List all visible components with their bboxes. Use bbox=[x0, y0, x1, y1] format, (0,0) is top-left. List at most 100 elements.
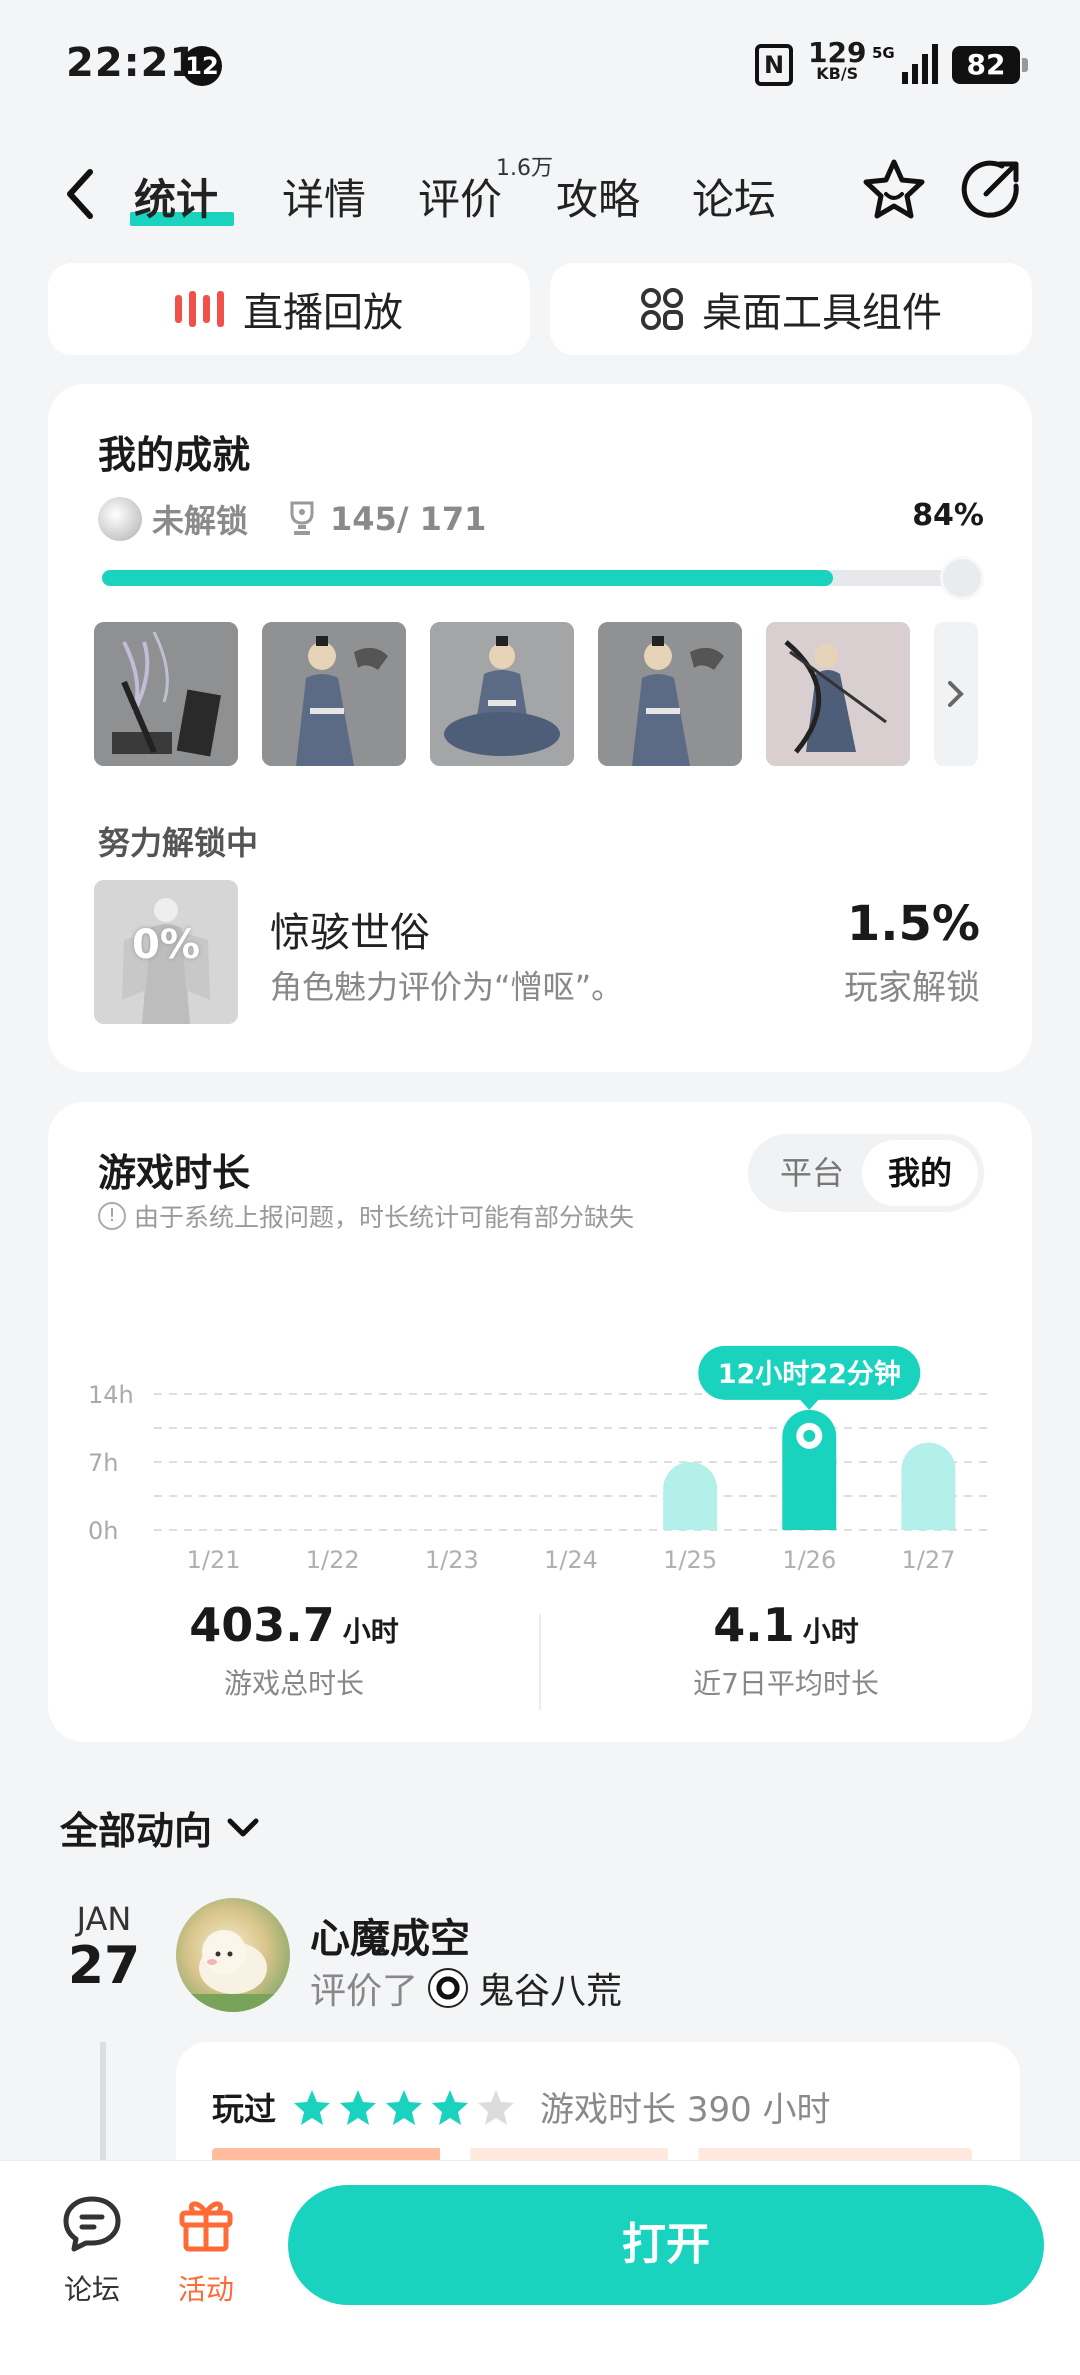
achievement-progress-bar bbox=[102, 556, 984, 600]
open-game-button[interactable]: 打开 bbox=[288, 2185, 1044, 2305]
progress-end-knob bbox=[940, 556, 984, 600]
total-playtime-label: 游戏总时长 bbox=[223, 1667, 364, 1700]
segment-mine[interactable]: 我的 bbox=[862, 1140, 978, 1206]
achievement-meta: 未解锁 145/ 171 bbox=[98, 496, 486, 542]
locked-achievement-image: 0% bbox=[94, 880, 238, 1024]
feed-username[interactable]: 心魔成空 bbox=[310, 1906, 470, 1964]
chevron-right-icon bbox=[948, 681, 964, 707]
player-unlock-rate: 1.5% bbox=[846, 896, 980, 952]
net-speed: 129 KB/S bbox=[808, 39, 866, 83]
x-tick-label: 1/21 bbox=[187, 1546, 241, 1574]
live-replay-button[interactable]: 直播回放 bbox=[48, 263, 530, 355]
info-icon: ! bbox=[98, 1202, 126, 1230]
forum-button[interactable]: 论坛 bbox=[52, 2191, 132, 2308]
desktop-widgets-button[interactable]: 桌面工具组件 bbox=[550, 263, 1032, 355]
tab-details[interactable]: 详情 bbox=[282, 166, 366, 227]
x-tick-label: 1/25 bbox=[663, 1546, 717, 1574]
feed-month: JAN bbox=[76, 1900, 132, 1938]
feed-filter-dropdown[interactable]: 全部动向 bbox=[60, 1800, 260, 1855]
player-unlock-label: 玩家解锁 bbox=[844, 968, 980, 1008]
playtime-card: 游戏时长 ! 由于系统上报问题，时长统计可能有部分缺失 平台 我的 0h 7h 14… bbox=[48, 1102, 1032, 1742]
star-filled-icon bbox=[294, 2089, 331, 2125]
status-bar: 22:21 12 N 129 KB/S 5G 82 bbox=[0, 0, 1080, 130]
nfc-icon: N bbox=[755, 44, 793, 86]
achievement-thumb[interactable] bbox=[94, 622, 238, 766]
segment-platform[interactable]: 平台 bbox=[754, 1140, 870, 1206]
playtime-note: ! 由于系统上报问题，时长统计可能有部分缺失 bbox=[98, 1198, 634, 1234]
achievement-thumb[interactable] bbox=[430, 622, 574, 766]
game-icon bbox=[428, 1968, 469, 2008]
tab-reviews[interactable]: 评价 bbox=[418, 166, 502, 227]
forum-label: 论坛 bbox=[63, 2273, 120, 2306]
notification-count-badge: 12 bbox=[182, 46, 222, 86]
scholar-art-2 bbox=[598, 622, 742, 766]
locked-gem-icon bbox=[98, 497, 142, 541]
x-tick-label: 1/24 bbox=[544, 1546, 598, 1574]
review-header: 玩过 游戏时长 390 小时 bbox=[212, 2082, 831, 2131]
achievement-desc: 角色魅力评价为“憎呕”。 bbox=[270, 968, 624, 1006]
achievement-name: 惊骇世俗 bbox=[270, 910, 430, 956]
scholar-art bbox=[262, 622, 406, 766]
archer-art bbox=[766, 622, 910, 766]
star-icon[interactable] bbox=[860, 156, 928, 224]
achievement-progress-text: 145/ 171 bbox=[330, 500, 487, 538]
net-speed-unit: KB/S bbox=[816, 64, 859, 83]
feed-action-text: 评价了 bbox=[310, 1971, 419, 2012]
feed-action: 评价了 鬼谷八荒 bbox=[310, 1962, 622, 2014]
feed-day: 27 bbox=[67, 1936, 141, 1996]
star-filled-icon bbox=[432, 2089, 469, 2125]
more-achievements-button[interactable] bbox=[934, 622, 978, 766]
star-filled-icon bbox=[386, 2089, 423, 2125]
meditation-art bbox=[430, 622, 574, 766]
avatar-art bbox=[176, 1930, 290, 2012]
total-playtime-value: 403.7 bbox=[189, 1598, 335, 1652]
tab-stats[interactable]: 统计 bbox=[134, 166, 218, 227]
avg-playtime-unit: 小时 bbox=[802, 1615, 859, 1648]
achievement-progress-fill bbox=[102, 570, 833, 586]
bar bbox=[901, 1442, 956, 1530]
feed-game-name[interactable]: 鬼谷八荒 bbox=[478, 1962, 622, 2014]
unlock-progress-badge: 0% bbox=[132, 922, 200, 968]
trophy-icon bbox=[290, 501, 314, 535]
bar-tooltip-pointer bbox=[799, 1398, 820, 1410]
avg-playtime: 4.1 小时 近7日平均时长 bbox=[540, 1598, 1032, 1702]
feed-filter-label: 全部动向 bbox=[60, 1809, 213, 1853]
tab-forum[interactable]: 论坛 bbox=[692, 166, 776, 227]
x-tick-label: 1/26 bbox=[782, 1546, 836, 1574]
desktop-widgets-label: 桌面工具组件 bbox=[702, 290, 942, 336]
events-button[interactable]: 活动 bbox=[166, 2191, 246, 2308]
achievements-title: 我的成就 bbox=[98, 433, 251, 477]
achievement-thumb[interactable] bbox=[598, 622, 742, 766]
star-filled-icon bbox=[340, 2089, 377, 2125]
review-playtime: 游戏时长 390 小时 bbox=[540, 2090, 831, 2130]
review-count-badge: 1.6万 bbox=[496, 156, 553, 181]
signal-icon: 5G bbox=[872, 44, 938, 84]
back-icon[interactable] bbox=[58, 164, 102, 224]
in-progress-title: 努力解锁中 bbox=[98, 824, 259, 862]
bar-tooltip-label: 12小时22分钟 bbox=[718, 1359, 901, 1390]
playtime-stats: 403.7 小时 游戏总时长 4.1 小时 近7日平均时长 bbox=[48, 1598, 1032, 1718]
achievement-thumb[interactable] bbox=[262, 622, 406, 766]
tab-guides[interactable]: 攻略 bbox=[556, 166, 640, 227]
achievement-percent: 84% bbox=[912, 498, 984, 533]
achievements-card: 我的成就 未解锁 145/ 171 84% 努力解锁中 0% 惊骇世俗 角色魅力… bbox=[48, 384, 1032, 1072]
locked-label: 未解锁 bbox=[152, 502, 249, 540]
top-nav: 统计 详情 评价 1.6万 攻略 论坛 bbox=[0, 150, 1080, 240]
playtime-title: 游戏时长 bbox=[98, 1151, 251, 1195]
total-playtime-unit: 小时 bbox=[342, 1615, 399, 1648]
avg-playtime-value: 4.1 bbox=[713, 1598, 795, 1652]
locked-achievement-item[interactable]: 0% 惊骇世俗 角色魅力评价为“憎呕”。 1.5% 玩家解锁 bbox=[94, 880, 984, 1024]
incense-art bbox=[94, 622, 238, 766]
feed-date: JAN 27 bbox=[64, 1900, 144, 1994]
bar-marker-dot bbox=[803, 1429, 816, 1442]
live-replay-label: 直播回放 bbox=[243, 290, 403, 336]
y-tick-label: 7h bbox=[88, 1449, 118, 1477]
avatar[interactable] bbox=[176, 1898, 290, 2012]
bar bbox=[663, 1462, 718, 1530]
bottom-bar: 论坛 活动 打开 bbox=[0, 2160, 1080, 2375]
achievement-thumb[interactable] bbox=[766, 622, 910, 766]
share-icon[interactable] bbox=[956, 156, 1024, 224]
chevron-down-icon bbox=[227, 1818, 259, 1836]
gift-icon bbox=[179, 2201, 233, 2252]
scope-toggle: 平台 我的 bbox=[748, 1134, 984, 1212]
